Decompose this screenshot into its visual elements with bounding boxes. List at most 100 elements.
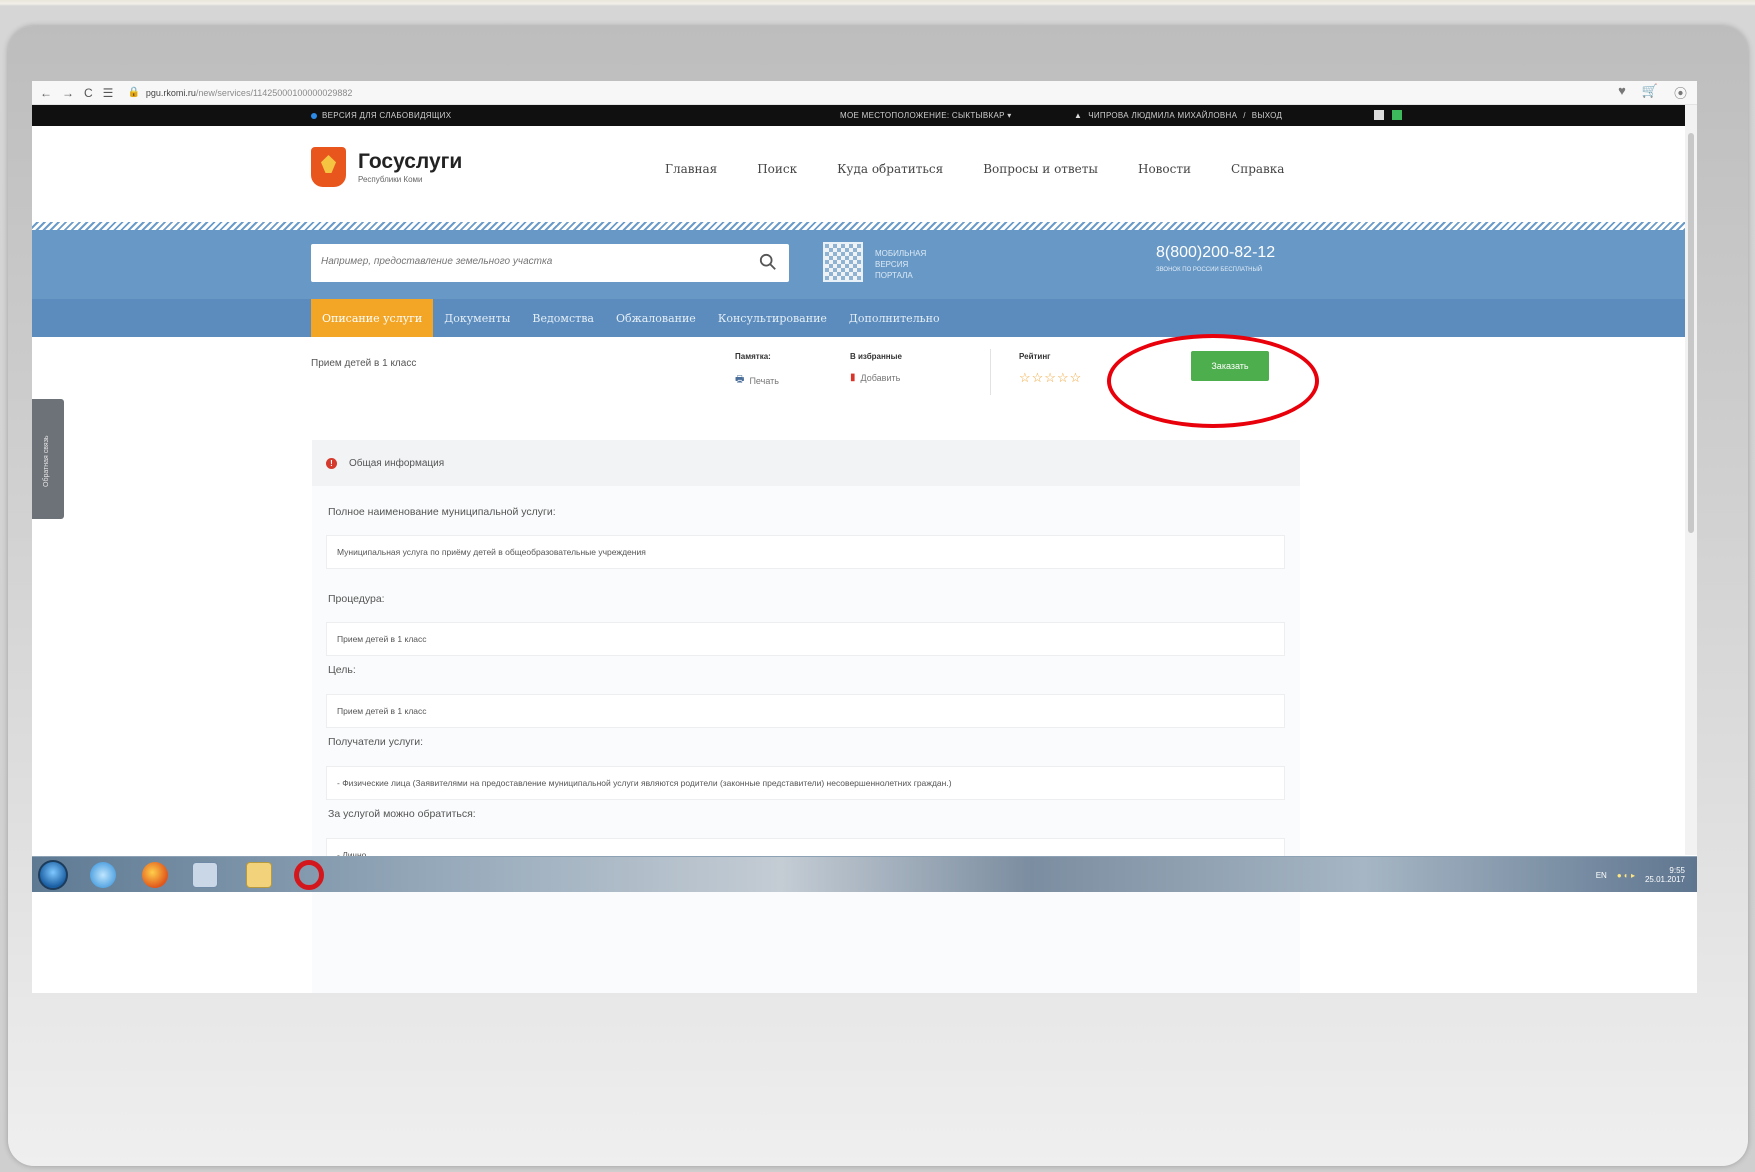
search-box: [311, 244, 789, 282]
mobile-version-link[interactable]: Мобильная версия портала: [875, 248, 926, 281]
logo-emblem-icon: [311, 147, 346, 187]
windows-taskbar: EN ● ◐ ▸ 9:55 25.01.2017: [32, 856, 1697, 892]
logo-title: Госуслуги: [358, 150, 463, 173]
tray-icons[interactable]: ● ◐ ▸: [1617, 871, 1635, 880]
tab-agencies[interactable]: Ведомства: [521, 299, 605, 337]
page-scrollbar[interactable]: [1685, 105, 1697, 855]
site-header: Госуслуги Республики Коми Главная Поиск …: [32, 126, 1697, 222]
user-name[interactable]: ЧИПРОВА ЛЮДМИЛА МИХАЙЛОВНА: [1088, 111, 1237, 120]
cart-icon[interactable]: 🛒: [1642, 83, 1658, 102]
info-icon: !: [326, 457, 337, 469]
tab-additional[interactable]: Дополнительно: [838, 299, 951, 337]
mail-icon[interactable]: [1374, 110, 1384, 120]
cabinet-icon[interactable]: [1392, 110, 1402, 120]
field-value: - Физические лица (Заявителями на предос…: [326, 766, 1285, 800]
search-icon[interactable]: [759, 253, 777, 271]
favorites-label: В избранные: [850, 352, 902, 361]
logo-subtitle: Республики Коми: [358, 175, 423, 184]
user-separator: /: [1243, 111, 1246, 120]
url-host: pgu.rkomi.ru: [145, 87, 196, 98]
clock[interactable]: 9:55 25.01.2017: [1645, 866, 1685, 884]
language-indicator[interactable]: EN: [1596, 871, 1607, 880]
logout-link[interactable]: ВЫХОД: [1252, 111, 1282, 120]
top-strip: ВЕРСИЯ ДЛЯ СЛАБОВИДЯЩИХ МОЕ МЕСТОПОЛОЖЕН…: [32, 105, 1697, 126]
memo-label: Памятка:: [735, 352, 771, 361]
field-label: За услугой можно обратиться:: [328, 808, 476, 820]
folder-icon[interactable]: [246, 862, 272, 888]
browser-toolbar: ← → C ☰ 🔒 pgu.rkomi.ru/new/services/1142…: [32, 81, 1697, 105]
nav-where-to-apply[interactable]: Куда обратиться: [837, 162, 943, 176]
panel-header[interactable]: ! Общая информация: [312, 440, 1300, 486]
presentation-slide: ← → C ☰ 🔒 pgu.rkomi.ru/new/services/1142…: [0, 0, 1755, 1172]
nav-news[interactable]: Новости: [1138, 162, 1191, 176]
user-icon: ▲: [1074, 111, 1083, 120]
general-info-panel: ! Общая информация Полное наименование м…: [312, 440, 1300, 993]
back-icon[interactable]: ←: [40, 86, 52, 100]
panel-title: Общая информация: [349, 457, 445, 469]
tab-description[interactable]: Описание услуги: [311, 299, 434, 337]
start-button-icon[interactable]: [38, 860, 68, 890]
mobile-label-2: версия: [875, 260, 909, 269]
system-tray: EN ● ◐ ▸ 9:55 25.01.2017: [1596, 866, 1685, 884]
low-vision-label: ВЕРСИЯ ДЛЯ СЛАБОВИДЯЩИХ: [322, 111, 452, 120]
mobile-label-1: Мобильная: [875, 249, 927, 258]
opera-icon[interactable]: [294, 860, 324, 890]
address-bar[interactable]: 🔒 pgu.rkomi.ru/new/services/114250001000…: [127, 87, 352, 98]
nav-help[interactable]: Справка: [1231, 162, 1284, 176]
service-tabs: Описание услуги Документы Ведомства Обжа…: [32, 299, 1697, 337]
rating-label: Рейтинг: [1019, 352, 1051, 361]
tab-appeal[interactable]: Обжалование: [605, 299, 707, 337]
user-menu: ▲ ЧИПРОВА ЛЮДМИЛА МИХАЙЛОВНА / ВЫХОД: [1074, 111, 1282, 120]
feedback-label: Обратная связь: [43, 435, 50, 487]
reader-icon[interactable]: ☰: [103, 86, 114, 100]
task-manager-icon[interactable]: [192, 862, 218, 888]
firefox-icon[interactable]: [142, 862, 168, 888]
mobile-label-3: портала: [875, 271, 913, 280]
tab-consulting[interactable]: Консультирование: [707, 299, 838, 337]
top-strip-icons: [1374, 110, 1402, 120]
nav-search[interactable]: Поиск: [757, 162, 797, 176]
favorites-block: В избранные ▮ Добавить: [850, 352, 902, 383]
search-band: Мобильная версия портала 8(800)200-82-12…: [32, 230, 1697, 299]
print-link[interactable]: 🖶 Печать: [735, 372, 779, 389]
order-button[interactable]: Заказать: [1191, 351, 1269, 381]
hotline-phone: 8(800)200-82-12: [1156, 244, 1276, 261]
nav-home[interactable]: Главная: [665, 162, 717, 176]
forward-icon[interactable]: →: [62, 86, 74, 100]
field-value: Прием детей в 1 класс: [326, 622, 1285, 656]
browser-nav: ← → C ☰: [32, 86, 113, 100]
scrollbar-thumb[interactable]: [1688, 133, 1694, 533]
tab-documents[interactable]: Документы: [433, 299, 521, 337]
internet-explorer-icon[interactable]: [90, 862, 116, 888]
nav-faq[interactable]: Вопросы и ответы: [983, 162, 1098, 176]
printer-icon: 🖶: [735, 374, 745, 385]
rating-block: Рейтинг ☆☆☆☆☆: [1019, 352, 1082, 386]
extension-icon[interactable]: ⦿: [1674, 83, 1687, 102]
clock-time: 9:55: [1669, 866, 1685, 875]
low-vision-link[interactable]: ВЕРСИЯ ДЛЯ СЛАБОВИДЯЩИХ: [311, 111, 451, 120]
rating-stars[interactable]: ☆☆☆☆☆: [1019, 370, 1082, 386]
feedback-tab[interactable]: Обратная связь: [32, 399, 64, 519]
main-nav: Главная Поиск Куда обратиться Вопросы и …: [665, 162, 1284, 176]
reload-icon[interactable]: C: [84, 86, 93, 100]
service-title: Прием детей в 1 класс: [311, 358, 417, 369]
print-label: Печать: [749, 375, 779, 386]
pocket-icon[interactable]: ♥: [1618, 83, 1626, 102]
site-logo[interactable]: Госуслуги Республики Коми: [311, 147, 462, 187]
clock-date: 25.01.2017: [1644, 875, 1685, 884]
field-value: Муниципальная услуга по приёму детей в о…: [326, 535, 1285, 569]
lock-icon: 🔒: [127, 87, 140, 98]
annotation-circle: [1107, 334, 1319, 428]
divider: [990, 349, 991, 395]
search-input[interactable]: [321, 256, 741, 267]
decorative-border: [32, 222, 1697, 230]
bookmark-icon: ▮: [850, 372, 856, 383]
qr-code-icon[interactable]: [823, 242, 863, 282]
memo-block: Памятка: 🖶 Печать: [735, 352, 779, 389]
location-selector[interactable]: МОЕ МЕСТОПОЛОЖЕНИЕ: СЫКТЫВКАР ▾: [840, 111, 1012, 120]
browser-screenshot: ← → C ☰ 🔒 pgu.rkomi.ru/new/services/1142…: [32, 81, 1697, 993]
add-favorite-link[interactable]: ▮ Добавить: [850, 372, 902, 383]
field-label: Цель:: [328, 664, 356, 676]
field-label: Полное наименование муниципальной услуги…: [328, 506, 556, 518]
field-label: Процедура:: [328, 593, 385, 605]
